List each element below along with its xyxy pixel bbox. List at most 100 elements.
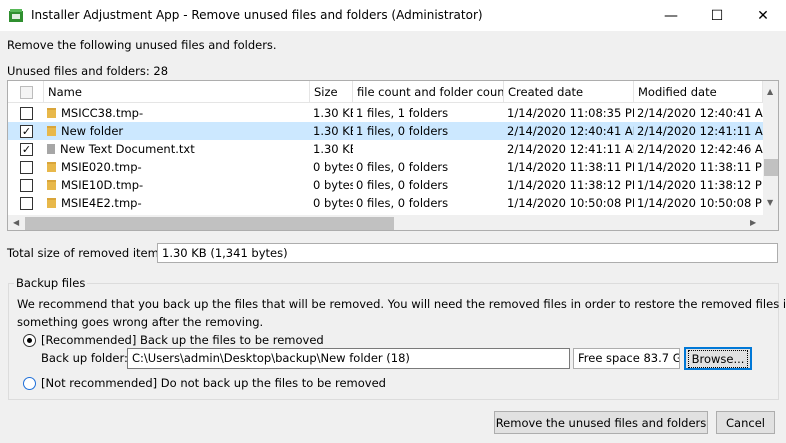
horizontal-scrollbar[interactable]: ◀ ▶ (8, 215, 778, 230)
instruction-text: Remove the following unused files and fo… (7, 38, 277, 52)
free-space-field: Free space 83.7 GB (573, 348, 680, 369)
folder-icon (47, 162, 56, 172)
cell-text: 1.30 KB (313, 106, 353, 120)
cell-name: MSICC38.tmp- (44, 104, 310, 122)
cell-created: 1/14/2020 11:38:11 PM (504, 158, 634, 176)
column-header-size[interactable]: Size (310, 81, 353, 103)
horizontal-scroll-thumb[interactable] (25, 217, 394, 230)
column-header-count[interactable]: file count and folder count (353, 81, 504, 103)
folder-icon (47, 198, 56, 208)
app-icon (9, 9, 23, 22)
cell-created: 2/14/2020 12:41:11 AM (504, 140, 634, 158)
cell-text: 2/14/2020 12:40:41 AM (637, 106, 763, 120)
cell-text: 2/14/2020 12:40:41 AM (507, 124, 634, 138)
column-header-created[interactable]: Created date (504, 81, 634, 103)
backup-not-recommended-radio[interactable] (23, 377, 36, 390)
table-row[interactable]: MSICC38.tmp- 1.30 KB1 files, 1 folders 1/1… (8, 104, 763, 122)
cell-text: 1 files, 1 folders (356, 106, 449, 120)
cell-count (353, 140, 504, 158)
window-title: Installer Adjustment App - Remove unused… (31, 8, 483, 22)
backup-group-title: Backup files (14, 276, 88, 290)
unused-files-grid[interactable]: Name Size file count and folder count Cr… (7, 80, 779, 231)
cell-text: 1.30 KB (313, 124, 353, 138)
title-bar: Installer Adjustment App - Remove unused… (0, 0, 786, 31)
select-all-checkbox[interactable] (20, 86, 33, 99)
remove-unused-button[interactable]: Remove the unused files and folders (494, 411, 708, 434)
row-checkbox[interactable]: ✓ (20, 143, 33, 156)
row-checkbox[interactable] (20, 197, 33, 210)
cell-text: 0 files, 0 folders (356, 160, 449, 174)
cell-text: 1.30 KB (313, 142, 353, 156)
folder-icon (47, 180, 56, 190)
cell-modified: 2/14/2020 12:41:11 AM (634, 122, 763, 140)
row-checkbox[interactable] (20, 161, 33, 174)
backup-recommended-label[interactable]: [Recommended] Back up the files to be re… (41, 333, 324, 347)
scroll-left-icon[interactable]: ◀ (13, 218, 19, 227)
cell-text: 0 bytes (313, 178, 353, 192)
cell-count: 1 files, 1 folders (353, 104, 504, 122)
cell-modified: 2/14/2020 12:42:46 AM (634, 140, 763, 158)
cell-text: 1/14/2020 11:08:35 PM (507, 106, 634, 120)
cell-text: MSIE10D.tmp- (61, 178, 144, 192)
cell-text: 1/14/2020 11:38:11 PM (637, 160, 763, 174)
backup-folder-input[interactable]: C:\Users\admin\Desktop\backup\New folder… (127, 348, 570, 369)
cell-text: 2/14/2020 12:42:46 AM (637, 142, 763, 156)
cell-text: New Text Document.txt (60, 142, 195, 156)
table-row[interactable]: MSIE020.tmp- 0 bytes 0 files, 0 folders 1/1… (8, 158, 763, 176)
scroll-down-icon[interactable]: ▼ (767, 198, 773, 207)
cell-created: 1/14/2020 11:08:35 PM (504, 104, 634, 122)
cell-size: 1.30 KB (310, 140, 353, 158)
browse-button-label: Browse... (687, 349, 749, 368)
table-row[interactable]: MSIE4E2.tmp- 0 bytes 0 files, 0 folders 1/1… (8, 194, 763, 212)
vertical-scroll-thumb[interactable] (764, 159, 778, 176)
backup-not-recommended-label[interactable]: [Not recommended] Do not back up the fil… (41, 376, 386, 390)
close-icon: ✕ (757, 7, 769, 24)
minimize-icon: — (664, 7, 678, 24)
cell-text: 1/14/2020 10:50:08 PM (637, 196, 763, 210)
cell-name: New folder (44, 122, 310, 140)
total-size-field: 1.30 KB (1,341 bytes) (157, 243, 778, 263)
cell-size: 0 bytes (310, 158, 353, 176)
backup-description-line1: We recommend that you back up the files … (17, 297, 786, 311)
cell-count: 0 files, 0 folders (353, 194, 504, 212)
maximize-icon: ☐ (710, 7, 724, 24)
cell-name: New Text Document.txt (44, 140, 310, 158)
cell-size: 1.30 KB (310, 122, 353, 140)
cell-created: 2/14/2020 12:40:41 AM (504, 122, 634, 140)
cell-text: 1/14/2020 11:38:12 PM (507, 178, 634, 192)
scroll-up-icon[interactable]: ▲ (767, 87, 773, 96)
cell-modified: 2/14/2020 12:40:41 AM (634, 104, 763, 122)
minimize-button[interactable]: — (648, 0, 694, 31)
cell-text: New folder (61, 124, 124, 138)
maximize-button[interactable]: ☐ (694, 0, 740, 31)
browse-button[interactable]: Browse... (684, 347, 752, 370)
table-row[interactable]: MSIE10D.tmp- 0 bytes 0 files, 0 folders 1/1… (8, 176, 763, 194)
cell-text: 0 bytes (313, 196, 353, 210)
cell-name: MSIE4E2.tmp- (44, 194, 310, 212)
cell-text: 0 bytes (313, 160, 353, 174)
column-header-name[interactable]: Name (44, 81, 310, 103)
scroll-right-icon[interactable]: ▶ (750, 218, 756, 227)
vertical-scrollbar[interactable]: ▲ ▼ (763, 81, 778, 215)
cell-text: MSIE020.tmp- (61, 160, 142, 174)
cell-size: 1.30 KB (310, 104, 353, 122)
cell-text: 1/14/2020 11:38:11 PM (507, 160, 634, 174)
close-button[interactable]: ✕ (740, 0, 786, 31)
cell-text: 2/14/2020 12:41:11 AM (637, 124, 763, 138)
row-checkbox[interactable] (20, 179, 33, 192)
row-checkbox[interactable] (20, 107, 33, 120)
header-select-all[interactable] (8, 81, 44, 103)
table-row[interactable]: ✓ New folder 1.30 KB1 files, 0 folders 2/14… (8, 122, 763, 140)
column-header-modified[interactable]: Modified date (634, 81, 763, 103)
backup-recommended-radio[interactable] (23, 334, 36, 347)
cell-size: 0 bytes (310, 194, 353, 212)
row-checkbox[interactable]: ✓ (20, 125, 33, 138)
cell-size: 0 bytes (310, 176, 353, 194)
cell-text: 1 files, 0 folders (356, 124, 449, 138)
cell-text: 2/14/2020 12:41:11 AM (507, 142, 634, 156)
cell-text: MSICC38.tmp- (61, 106, 144, 120)
table-row[interactable]: ✓ New Text Document.txt 1.30 KB 2/14/2020 1… (8, 140, 763, 158)
cell-name: MSIE020.tmp- (44, 158, 310, 176)
cancel-button[interactable]: Cancel (716, 411, 775, 434)
cell-count: 1 files, 0 folders (353, 122, 504, 140)
